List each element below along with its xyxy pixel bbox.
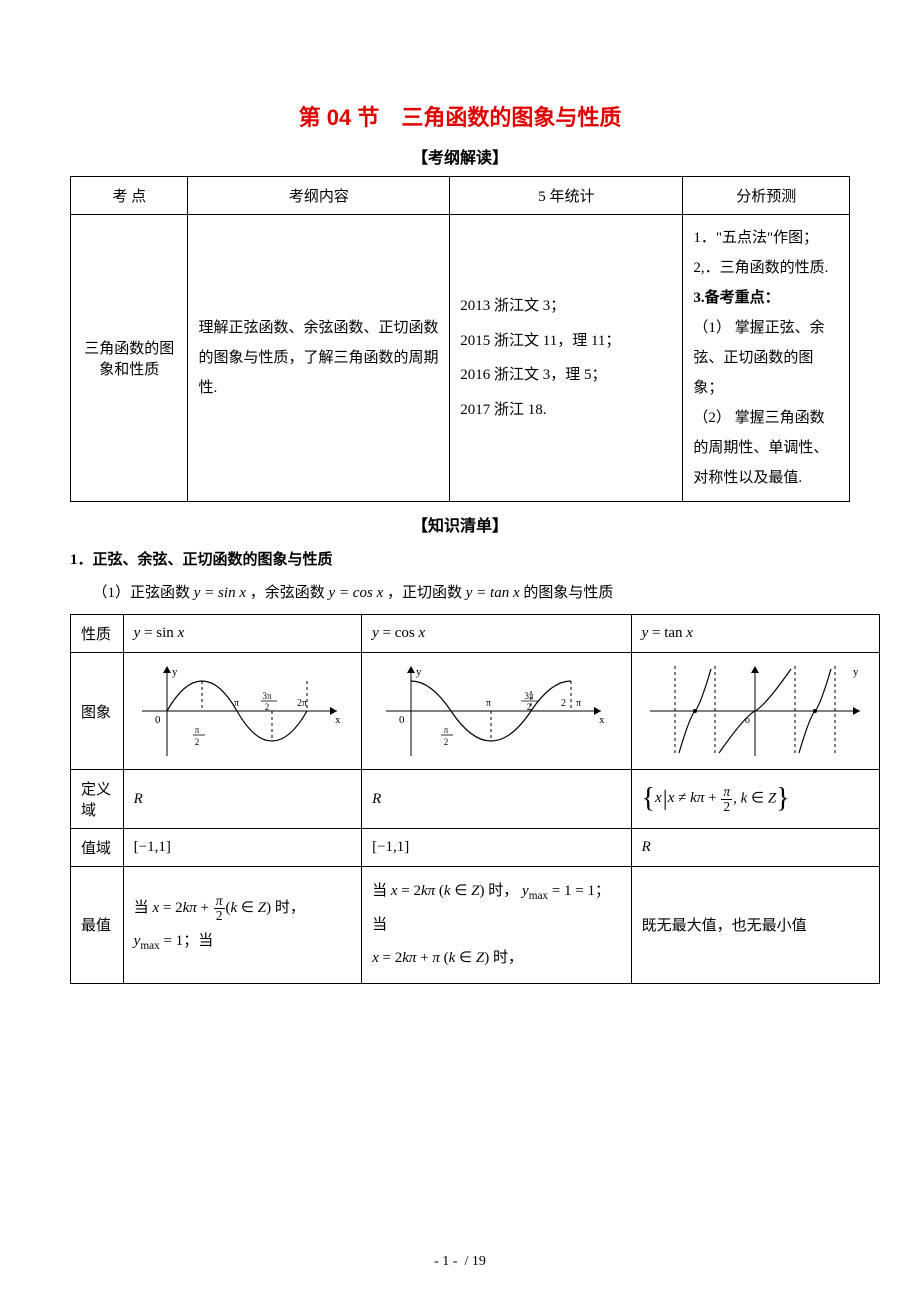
row-property: 性质 — [71, 615, 124, 653]
svg-text:y: y — [416, 666, 422, 678]
predict-l1: 1．"五点法"作图； — [693, 230, 818, 246]
head-sin: y = sin x — [123, 615, 361, 653]
svg-text:2: 2 — [444, 737, 449, 747]
intro-pre: （1）正弦函数 — [93, 585, 194, 601]
svg-text:x: x — [599, 714, 605, 726]
svg-text:2: 2 — [195, 737, 200, 747]
row-domain: 定义域 — [71, 770, 124, 829]
row-max: 最值 — [71, 867, 124, 984]
list-title: 1．正弦、余弦、正切函数的图象与性质 — [70, 548, 850, 569]
page-total: / 19 — [464, 1254, 485, 1269]
outline-table: 考 点 考纲内容 5 年统计 分析预测 三角函数的图象和性质 理解正弦函数、余弦… — [70, 176, 850, 502]
fn-sin-inline: y = sin x — [194, 585, 246, 601]
cell-topic: 三角函数的图象和性质 — [71, 215, 188, 502]
intro-mid2: ，正切函数 — [387, 585, 466, 601]
row-graph: 图象 — [71, 653, 124, 770]
graph-sin-cell: 0 y x π 2 π 3π 2 2π — [123, 653, 361, 770]
th-content: 考纲内容 — [188, 177, 450, 215]
svg-text:2: 2 — [561, 698, 566, 709]
svg-text:2π: 2π — [297, 698, 307, 709]
svg-text:π: π — [234, 698, 239, 709]
page-title: 第 04 节 三角函数的图象与性质 — [70, 100, 850, 132]
cell-predict: 1．"五点法"作图； 2,．三角函数的性质. 3.备考重点： （1） 掌握正弦、… — [683, 215, 850, 502]
predict-l3: 3.备考重点： — [693, 290, 779, 306]
max-sin-post: 时， — [275, 900, 305, 916]
svg-text:π: π — [486, 698, 491, 709]
svg-text:0: 0 — [399, 714, 405, 726]
knowledge-header: 【知识清单】 — [70, 512, 850, 536]
domain-cos: R — [362, 770, 632, 829]
list-intro: （1）正弦函数 y = sin x ，余弦函数 y = cos x ，正切函数 … — [70, 581, 850, 602]
sin-graph-icon: 0 y x π 2 π 3π 2 2π — [137, 661, 347, 761]
svg-text:y: y — [172, 666, 178, 678]
graph-tan-cell: y o — [631, 653, 879, 770]
domain-sin: R — [123, 770, 361, 829]
svg-text:π: π — [444, 725, 449, 735]
predict-l5: （2） 掌握三角函数的周期性、单调性、对称性以及最值. — [693, 410, 828, 486]
th-stats: 5 年统计 — [450, 177, 683, 215]
svg-text:π: π — [195, 725, 200, 735]
page-footer: - 1 - / 19 — [0, 1254, 920, 1270]
svg-text:2: 2 — [527, 702, 532, 712]
svg-text:x: x — [335, 714, 341, 726]
th-topic: 考 点 — [71, 177, 188, 215]
domain-tan: {x|x ≠ kπ + π2, k ∈ Z} — [631, 770, 879, 829]
cell-content: 理解正弦函数、余弦函数、正切函数的图象与性质，了解三角函数的周期性. — [188, 215, 450, 502]
th-predict: 分析预测 — [683, 177, 850, 215]
svg-text:π: π — [576, 698, 581, 709]
range-sin: [−1,1] — [123, 829, 361, 867]
intro-mid1: ，余弦函数 — [250, 585, 329, 601]
predict-l2: 2,．三角函数的性质. — [693, 260, 828, 276]
row-range: 值域 — [71, 829, 124, 867]
head-cos: y = cos x — [362, 615, 632, 653]
max-cos-mid: 时， — [488, 883, 518, 899]
page-number: - 1 - — [434, 1254, 457, 1269]
svg-text:3π: 3π — [263, 691, 273, 701]
predict-l4: （1） 掌握正弦、余弦、正切函数的图象； — [693, 320, 824, 396]
intro-post: 的图象与性质 — [523, 585, 613, 601]
max-sin: 当 x = 2kπ + π2(k ∈ Z) 时， ymax = 1；当 — [123, 867, 361, 984]
svg-text:2: 2 — [265, 702, 270, 712]
head-tan: y = tan x — [631, 615, 879, 653]
max-cos-l2: 时， — [493, 950, 523, 966]
range-cos: [−1,1] — [362, 829, 632, 867]
syllabus-header: 【考纲解读】 — [70, 144, 850, 168]
svg-text:y: y — [853, 666, 859, 678]
max-cos: 当 x = 2kπ (k ∈ Z) 时， ymax = 1 = 1；当 x = … — [362, 867, 632, 984]
properties-table: 性质 y = sin x y = cos x y = tan x 图象 0 y … — [70, 614, 880, 984]
cos-graph-icon: 0 y x π 2 π 3π 2 2 π — [381, 661, 611, 761]
fn-cos-inline: y = cos x — [329, 585, 384, 601]
fn-tan-inline: y = tan x — [466, 585, 520, 601]
cell-stats: 2013 浙江文 3； 2015 浙江文 11，理 11； 2016 浙江文 3… — [450, 215, 683, 502]
svg-text:3π: 3π — [525, 691, 535, 701]
graph-cos-cell: 0 y x π 2 π 3π 2 2 π — [362, 653, 632, 770]
range-tan: R — [631, 829, 879, 867]
tan-graph-icon: y o — [645, 661, 865, 761]
max-cos-pre: 当 — [372, 883, 391, 899]
max-tan: 既无最大值，也无最小值 — [631, 867, 879, 984]
max-sin-pre: 当 — [134, 900, 153, 916]
svg-text:0: 0 — [155, 714, 161, 726]
